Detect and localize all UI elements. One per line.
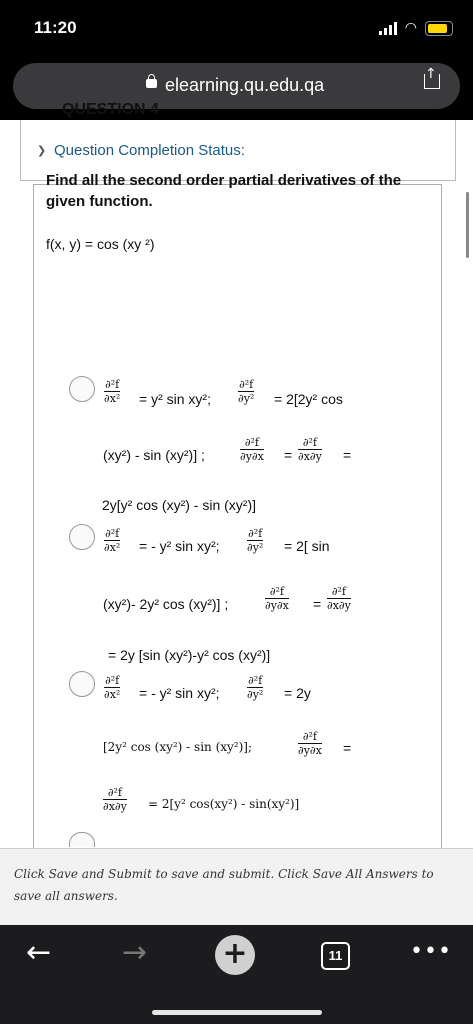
browser-toolbar: ← → + 11 ••• (0, 925, 473, 1024)
back-icon[interactable]: ← (26, 935, 51, 971)
tabs-icon[interactable]: 11 (321, 942, 350, 970)
share-icon[interactable] (424, 66, 440, 89)
completion-status-link[interactable]: Question Completion Status: (54, 142, 245, 159)
option-c-fxx: = - y² sin xy²; (139, 685, 220, 701)
fxy-fraction: ∂²f ∂x∂y (103, 786, 127, 813)
question-prompt: Find all the second order partial deriva… (46, 172, 402, 210)
option-a-radio[interactable] (69, 376, 95, 402)
fyx-fraction: ∂²f ∂y∂x (298, 730, 322, 757)
scrollbar[interactable] (466, 192, 469, 258)
equals: = (343, 740, 352, 756)
new-tab-icon[interactable]: + (215, 935, 255, 975)
option-a-line2: (xy²) - sin (xy²)] ; (103, 447, 205, 463)
option-a-line3: 2y[y² cos (xy²) - sin (xy²)] (102, 497, 256, 513)
fxy-fraction: ∂²f ∂x∂y (327, 585, 351, 612)
option-c-fyy: = 2y (284, 685, 311, 701)
fxx-fraction: ∂²f ∂x² (104, 527, 121, 554)
web-page: ❯ Question Completion Status: (0, 120, 473, 865)
equals: = (284, 447, 293, 463)
forward-icon[interactable]: → (122, 935, 147, 971)
option-a-fyy: = 2[2y² cos (274, 391, 343, 407)
fyy-fraction: ∂²f ∂y² (238, 378, 255, 405)
option-b-line2: (xy²)- 2y² cos (xy²)] ; (103, 596, 229, 612)
option-d-radio[interactable] (69, 832, 95, 847)
chevron-down-icon[interactable]: ❯ (37, 144, 46, 157)
option-c-line2: [2y² cos (xy²) - sin (xy²)]; (103, 740, 253, 754)
status-bar: 11:20 ◠ (0, 0, 473, 58)
save-notice-bar: Click Save and Submit to save and submit… (0, 848, 473, 926)
equals: = (343, 447, 352, 463)
option-c-line3: = 2[y² cos(xy²) - sin(xy²)] (148, 797, 300, 811)
fyx-fraction: ∂²f ∂y∂x (240, 436, 264, 463)
equals: = (313, 596, 322, 612)
question-box (33, 184, 442, 865)
clock: 11:20 (34, 18, 77, 37)
fxy-fraction: ∂²f ∂x∂y (298, 436, 322, 463)
fyx-fraction: ∂²f ∂y∂x (265, 585, 289, 612)
save-notice-text: Click Save and Submit to save and submit… (14, 867, 434, 903)
lock-icon (146, 74, 157, 88)
battery-icon (425, 20, 453, 36)
fxx-fraction: ∂²f ∂x² (104, 378, 121, 405)
function-definition: f(x, y) = cos (xy ²) (46, 236, 155, 252)
option-b-fyy: = 2[ sin (284, 538, 330, 554)
url-text[interactable]: elearning.qu.edu.qa (165, 75, 324, 96)
fyy-fraction: ∂²f ∂y² (247, 674, 264, 701)
signal-icon (378, 21, 397, 35)
more-icon[interactable]: ••• (410, 939, 452, 964)
wifi-icon: ◠ (404, 20, 417, 36)
fxx-fraction: ∂²f ∂x² (104, 674, 121, 701)
option-b-line3: = 2y [sin (xy²)-y² cos (xy²)] (108, 647, 271, 663)
option-b-fxx: = - y² sin xy²; (139, 538, 220, 554)
question-title: QUESTION 4 (62, 101, 159, 118)
option-c-radio[interactable] (69, 671, 95, 697)
fyy-fraction: ∂²f ∂y² (247, 527, 264, 554)
option-b-radio[interactable] (69, 524, 95, 550)
home-indicator (152, 1010, 322, 1015)
option-a-fxx: = y² sin xy²; (139, 391, 211, 407)
